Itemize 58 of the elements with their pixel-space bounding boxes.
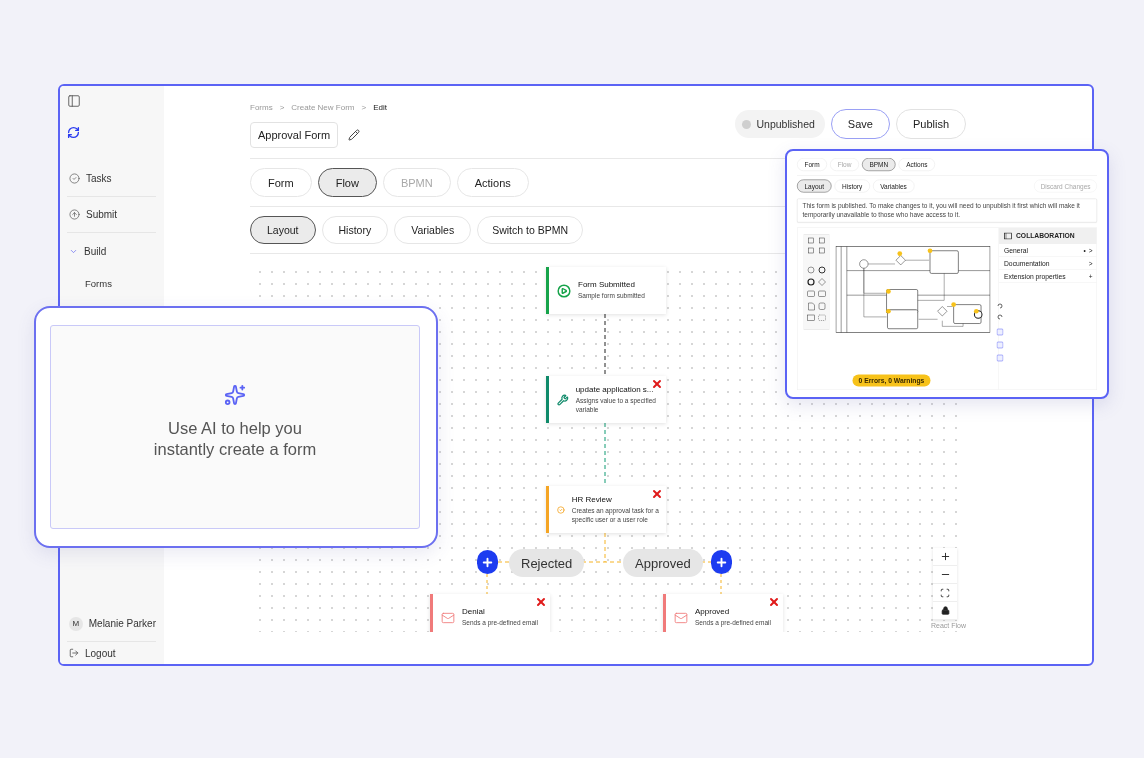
nav-subitem[interactable]: Forms bbox=[67, 269, 156, 297]
form-name-field[interactable]: Approval Form bbox=[250, 122, 339, 148]
ai-prompt-panel[interactable]: Use AI to help you instantly create a form bbox=[50, 325, 420, 529]
connector-line bbox=[720, 573, 722, 595]
node-title: Form Submitted bbox=[578, 280, 636, 290]
nav-item[interactable]: Build bbox=[67, 233, 156, 269]
sidebar-toggle-icon[interactable] bbox=[67, 94, 81, 108]
view-tab[interactable]: Variables bbox=[394, 216, 472, 244]
edit-icon[interactable] bbox=[348, 129, 361, 141]
close-icon[interactable] bbox=[651, 378, 663, 390]
avatar: M bbox=[69, 616, 83, 631]
add-button[interactable] bbox=[711, 550, 732, 574]
action-button[interactable]: Publish bbox=[895, 109, 966, 139]
branch-label: Rejected bbox=[509, 549, 585, 577]
lock-button[interactable] bbox=[933, 602, 957, 620]
close-icon[interactable] bbox=[651, 488, 663, 500]
fit-view-button[interactable] bbox=[933, 584, 957, 602]
tab[interactable]: Form bbox=[250, 168, 312, 197]
breadcrumb-separator: > bbox=[279, 102, 285, 112]
mail-icon bbox=[441, 610, 455, 625]
user-name: Melanie Parker bbox=[88, 618, 156, 629]
branch-label: Approved bbox=[623, 549, 703, 577]
node-title: update application s... bbox=[575, 384, 655, 394]
status-pill: Unpublished bbox=[735, 110, 825, 138]
view-tab[interactable]: Switch to BPMN bbox=[477, 216, 584, 244]
connector-line bbox=[486, 573, 488, 595]
lock-icon bbox=[940, 606, 950, 615]
plus-icon bbox=[715, 555, 728, 569]
view-tab[interactable]: History bbox=[321, 216, 389, 244]
wrench-icon bbox=[557, 392, 569, 407]
upload-icon bbox=[69, 209, 80, 220]
add-button[interactable] bbox=[477, 550, 498, 574]
close-icon[interactable] bbox=[535, 596, 547, 608]
user-item[interactable]: M Melanie Parker bbox=[67, 606, 156, 642]
close-icon[interactable] bbox=[768, 596, 780, 608]
action-button[interactable]: Save bbox=[830, 109, 890, 139]
node-title: Approved bbox=[695, 607, 731, 617]
tab[interactable]: Actions bbox=[456, 168, 529, 197]
view-tab[interactable]: Layout bbox=[250, 216, 316, 244]
logout-item[interactable]: Logout bbox=[67, 642, 156, 664]
breadcrumb-separator: > bbox=[361, 102, 367, 112]
connector-line bbox=[604, 313, 606, 377]
nav-item[interactable]: Submit bbox=[67, 197, 156, 233]
zoom-in-button[interactable] bbox=[933, 548, 957, 566]
tab[interactable]: Flow bbox=[317, 168, 377, 197]
check-circle-icon bbox=[69, 173, 80, 184]
node-title: HR Review bbox=[571, 494, 613, 504]
logout-icon bbox=[69, 648, 79, 658]
play-icon bbox=[557, 283, 571, 298]
plus-icon bbox=[939, 551, 951, 562]
ai-prompt-text: Use AI to help you instantly create a form bbox=[153, 418, 317, 460]
sparkles-icon bbox=[224, 384, 246, 407]
node-title: Denial bbox=[462, 607, 486, 617]
fit-view-icon bbox=[940, 587, 950, 598]
plus-icon bbox=[481, 555, 494, 569]
nav-item[interactable]: Tasks bbox=[67, 161, 156, 197]
mail-icon bbox=[674, 610, 688, 625]
app-logo-icon bbox=[67, 126, 80, 139]
